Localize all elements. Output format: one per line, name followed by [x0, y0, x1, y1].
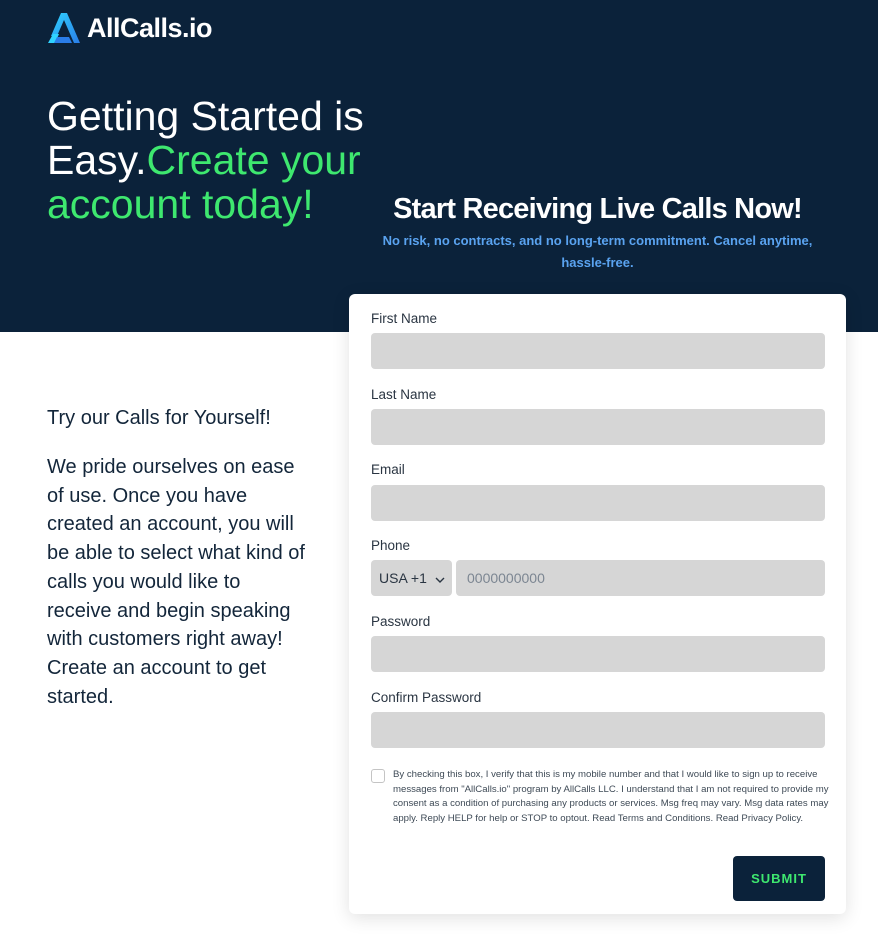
confirm-password-label: Confirm Password: [371, 690, 482, 705]
submit-button[interactable]: SUBMIT: [733, 856, 825, 901]
brand-name: AllCalls.io: [87, 12, 213, 43]
last-name-label: Last Name: [371, 387, 437, 402]
cta-subtitle: No risk, no contracts, and no long-term …: [382, 233, 813, 270]
intro-title: Try our Calls for Yourself!: [47, 407, 271, 429]
last-name-field[interactable]: [371, 409, 825, 445]
signup-form: First Name Last Name Email Phone USA +1 …: [349, 294, 846, 914]
password-label: Password: [371, 614, 431, 629]
chevron-down-icon: [435, 570, 445, 586]
hero-section: AllCalls.io Getting Started is Easy.Crea…: [0, 0, 878, 332]
password-field[interactable]: [371, 636, 825, 672]
intro-body: We pride ourselves on ease of use. Once …: [47, 456, 305, 708]
email-label: Email: [371, 462, 405, 477]
intro-copy: Try our Calls for Yourself! We pride our…: [47, 405, 309, 711]
consent-checkbox[interactable]: [371, 769, 385, 783]
phone-number-field[interactable]: [456, 560, 825, 596]
first-name-field[interactable]: [371, 333, 825, 369]
email-field[interactable]: [371, 485, 825, 521]
consent-text: By checking this box, I verify that this…: [393, 769, 829, 824]
brand-logo[interactable]: AllCalls.io: [47, 12, 213, 44]
phone-country-select[interactable]: USA +1: [371, 560, 452, 596]
allcalls-logo-icon: [48, 13, 80, 43]
first-name-label: First Name: [371, 311, 438, 326]
phone-label: Phone: [371, 538, 411, 553]
cta-title: Start Receiving Live Calls Now!: [393, 193, 803, 225]
phone-country-value: USA +1: [379, 570, 427, 586]
confirm-password-field[interactable]: [371, 712, 825, 748]
